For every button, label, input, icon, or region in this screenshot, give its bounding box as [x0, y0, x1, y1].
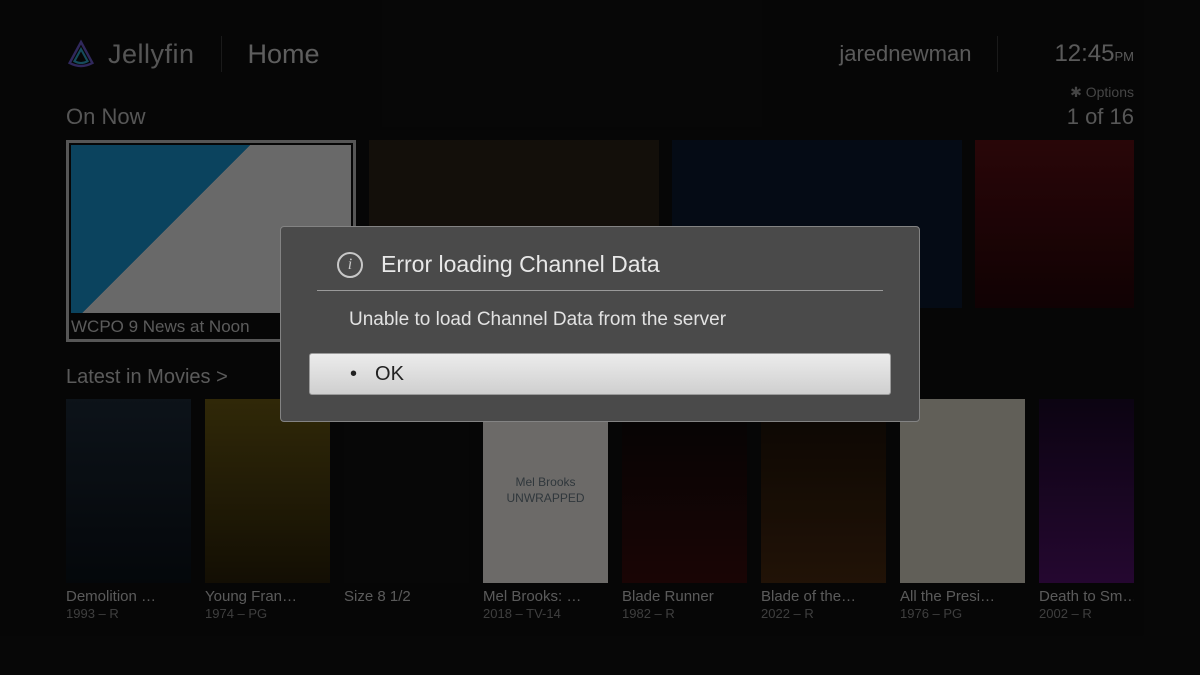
dialog-body: Unable to load Channel Data from the ser… [309, 291, 891, 331]
error-dialog: i Error loading Channel Data Unable to l… [280, 226, 920, 422]
dialog-header: i Error loading Channel Data [317, 251, 883, 291]
info-icon: i [337, 252, 363, 278]
ok-button[interactable]: OK [309, 353, 891, 395]
dialog-title: Error loading Channel Data [381, 251, 660, 278]
ok-button-label: OK [375, 363, 404, 386]
